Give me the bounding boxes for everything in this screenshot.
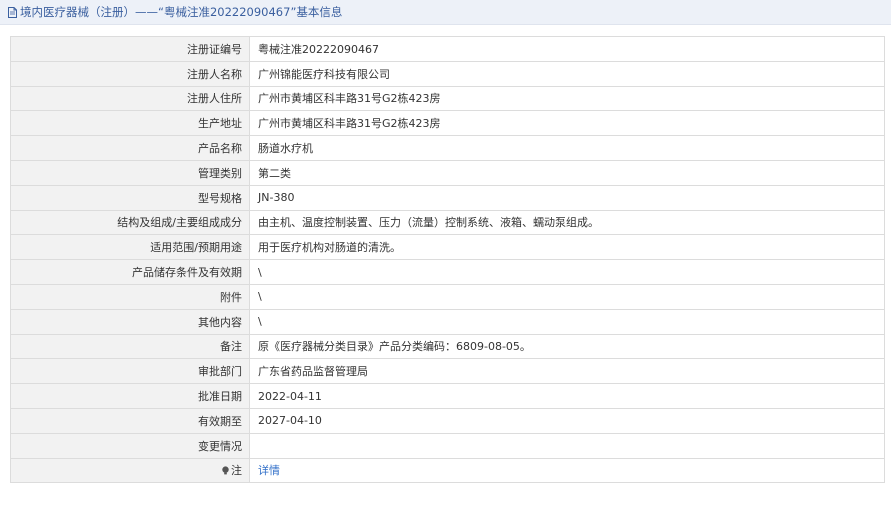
row-label: 备注 — [10, 333, 250, 360]
note-row: 注 详情 — [10, 457, 885, 484]
row-value: \ — [249, 308, 885, 335]
table-row: 注册人名称 广州锦能医疗科技有限公司 — [10, 60, 885, 87]
table-row: 审批部门 广东省药品监督管理局 — [10, 358, 885, 385]
table-row: 管理类别 第二类 — [10, 159, 885, 186]
row-value: 由主机、温度控制装置、压力（流量）控制系统、液箱、蠕动泵组成。 — [249, 209, 885, 236]
row-label: 附件 — [10, 283, 250, 310]
info-table: 注册证编号 粤械注准20222090467 注册人名称 广州锦能医疗科技有限公司… — [10, 36, 885, 484]
row-value: 广东省药品监督管理局 — [249, 358, 885, 385]
row-value: 广州锦能医疗科技有限公司 — [249, 60, 885, 87]
details-link[interactable]: 详情 — [258, 464, 280, 477]
row-value: 广州市黄埔区科丰路31号G2栋423房 — [249, 85, 885, 112]
row-label: 审批部门 — [10, 358, 250, 385]
row-value: 粤械注准20222090467 — [249, 36, 885, 62]
row-value — [249, 432, 885, 459]
note-label: 注 — [231, 464, 242, 478]
table-row: 有效期至 2027-04-10 — [10, 407, 885, 434]
row-label: 其他内容 — [10, 308, 250, 335]
note-label-cell: 注 — [10, 457, 250, 484]
row-value: 原《医疗器械分类目录》产品分类编码：6809-08-05。 — [249, 333, 885, 360]
note-value-cell: 详情 — [249, 457, 885, 484]
row-label: 产品名称 — [10, 135, 250, 161]
row-label: 批准日期 — [10, 383, 250, 409]
table-row: 备注 原《医疗器械分类目录》产品分类编码：6809-08-05。 — [10, 333, 885, 360]
row-label: 生产地址 — [10, 110, 250, 137]
row-value: 2022-04-11 — [249, 383, 885, 409]
table-row: 型号规格 JN-380 — [10, 184, 885, 211]
row-label: 结构及组成/主要组成成分 — [10, 209, 250, 236]
row-value: 第二类 — [249, 159, 885, 186]
row-value: \ — [249, 283, 885, 310]
row-value: 广州市黄埔区科丰路31号G2栋423房 — [249, 110, 885, 137]
table-row: 产品名称 肠道水疗机 — [10, 135, 885, 161]
row-label: 注册证编号 — [10, 36, 250, 62]
row-value: JN-380 — [249, 184, 885, 211]
table-row: 批准日期 2022-04-11 — [10, 383, 885, 409]
row-label: 注册人住所 — [10, 85, 250, 112]
table-row: 产品储存条件及有效期 \ — [10, 259, 885, 285]
row-label: 型号规格 — [10, 184, 250, 211]
document-icon — [8, 6, 17, 18]
row-value: 用于医疗机构对肠道的清洗。 — [249, 234, 885, 261]
lightbulb-icon — [221, 465, 230, 475]
row-value: 2027-04-10 — [249, 407, 885, 434]
table-row: 附件 \ — [10, 283, 885, 310]
row-label: 适用范围/预期用途 — [10, 234, 250, 261]
table-row: 其他内容 \ — [10, 308, 885, 335]
table-row: 适用范围/预期用途 用于医疗机构对肠道的清洗。 — [10, 234, 885, 261]
table-row: 注册证编号 粤械注准20222090467 — [10, 36, 885, 62]
page-header: 境内医疗器械（注册）——“粤械注准20222090467”基本信息 — [0, 0, 891, 25]
row-label: 有效期至 — [10, 407, 250, 434]
table-row: 结构及组成/主要组成成分 由主机、温度控制装置、压力（流量）控制系统、液箱、蠕动… — [10, 209, 885, 236]
row-label: 管理类别 — [10, 159, 250, 186]
table-row: 生产地址 广州市黄埔区科丰路31号G2栋423房 — [10, 110, 885, 137]
row-label: 变更情况 — [10, 432, 250, 459]
table-row: 注册人住所 广州市黄埔区科丰路31号G2栋423房 — [10, 85, 885, 112]
page-title: 境内医疗器械（注册）——“粤械注准20222090467”基本信息 — [20, 5, 343, 19]
row-value: \ — [249, 259, 885, 285]
table-row: 变更情况 — [10, 432, 885, 459]
row-label: 产品储存条件及有效期 — [10, 259, 250, 285]
row-label: 注册人名称 — [10, 60, 250, 87]
row-value: 肠道水疗机 — [249, 135, 885, 161]
